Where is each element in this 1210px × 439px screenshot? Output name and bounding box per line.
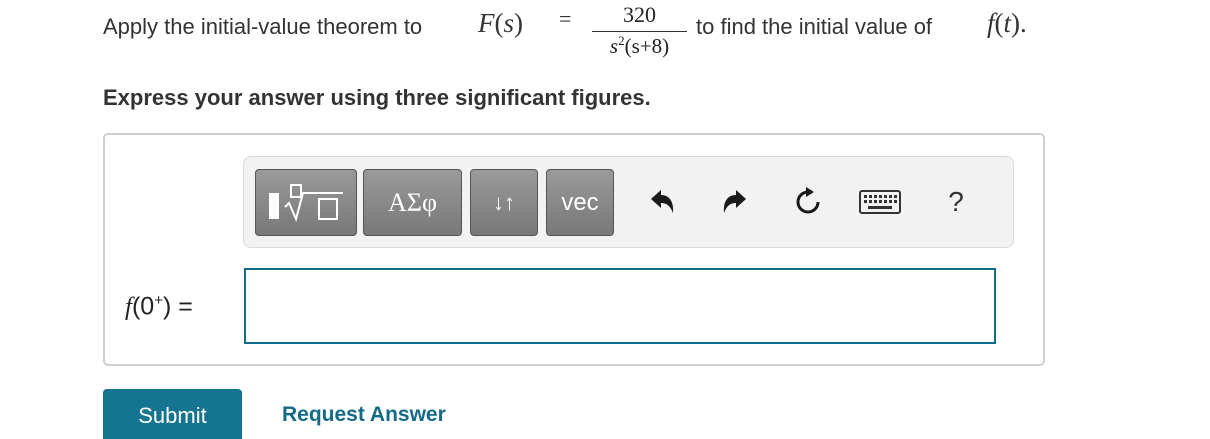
submit-button[interactable]: Submit (103, 389, 242, 439)
help-button[interactable]: ? (936, 182, 976, 222)
templates-button[interactable] (255, 169, 357, 236)
request-answer-link[interactable]: Request Answer (282, 403, 446, 427)
keyboard-button[interactable] (857, 182, 903, 222)
redo-icon (723, 190, 746, 213)
function-name: F (478, 8, 495, 38)
fraction-bar (592, 31, 687, 32)
greek-symbols-button[interactable]: ΑΣφ (363, 169, 462, 236)
fraction: 320 s2(s+8) (590, 0, 689, 62)
undo-button[interactable] (642, 182, 682, 222)
vector-button[interactable]: vec (546, 169, 614, 236)
instruction-text: Express your answer using three signific… (103, 85, 651, 110)
question-suffix: to find the initial value of (696, 14, 933, 39)
answer-input[interactable] (244, 268, 996, 344)
fraction-sqrt-template-icon (269, 183, 343, 222)
question-prefix: Apply the initial-value theorem to (103, 14, 423, 39)
fraction-denominator: s2(s+8) (609, 33, 670, 58)
arrows-button[interactable]: ↓↑ (470, 169, 538, 236)
reset-icon (796, 187, 820, 214)
equals-sign: = (559, 6, 572, 31)
keyboard-icon (859, 190, 901, 214)
reset-button[interactable] (788, 182, 828, 222)
undo-icon (651, 190, 674, 213)
redo-button[interactable] (715, 182, 755, 222)
fraction-numerator: 320 (623, 2, 656, 27)
function-expression: F(s) (478, 8, 524, 38)
question-line: Apply the initial-value theorem to F(s) … (103, 0, 1203, 62)
answer-label: f(0+) = (125, 292, 193, 321)
target-expression: f(t). (987, 8, 1027, 38)
